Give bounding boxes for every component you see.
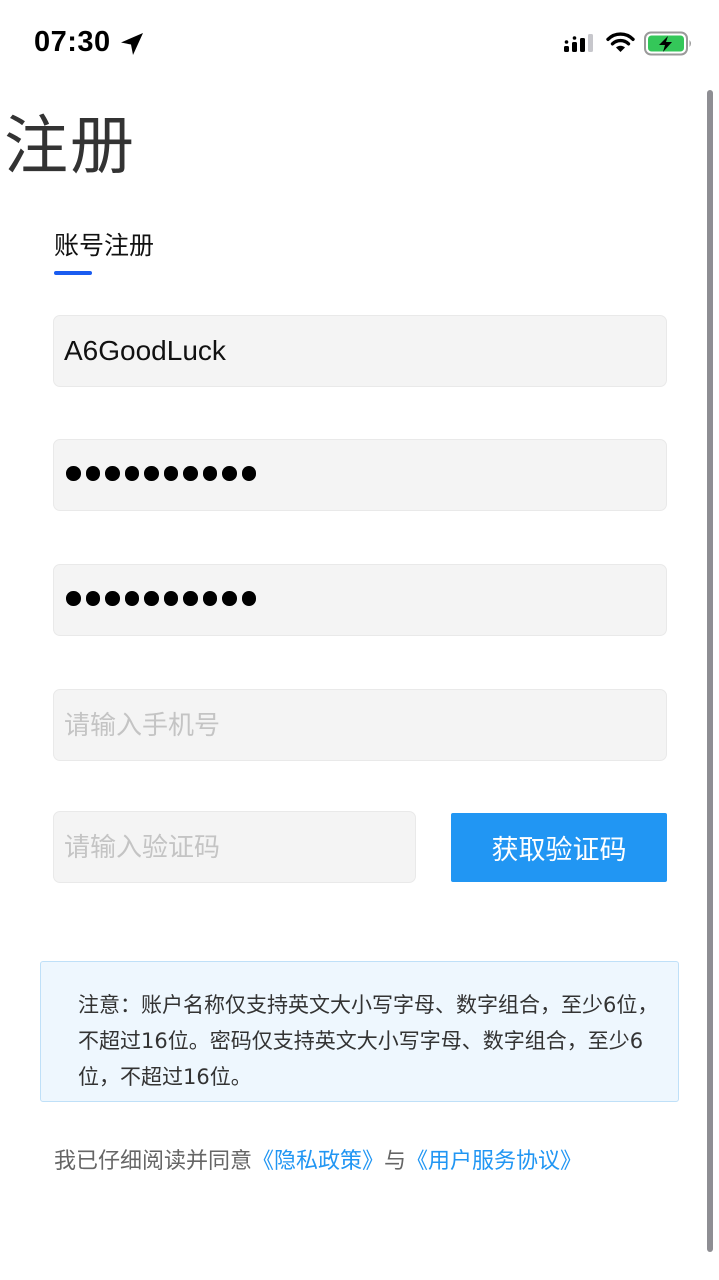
- tab-label: 账号注册: [54, 231, 155, 260]
- confirm-password-mask-dot: [241, 591, 256, 606]
- agreement-prefix: 我已仔细阅读并同意: [54, 1149, 253, 1174]
- agreement-line: 我已仔细阅读并同意《隐私政策》与《用户服务协议》: [54, 1143, 582, 1175]
- confirm-password-mask-dot: [183, 591, 198, 606]
- confirm-password-field[interactable]: [53, 564, 667, 636]
- confirm-password-mask-dot: [66, 591, 81, 606]
- register-screen: 07:30 注册 账号注册 A6GoodLuck 请输入手机号 请输入验证码 获…: [0, 0, 719, 1280]
- confirm-password-mask-dot: [202, 591, 217, 606]
- page-title: 注册: [4, 110, 136, 184]
- wifi-icon: [606, 32, 635, 52]
- password-mask-dot: [66, 466, 81, 481]
- confirm-password-mask: [66, 591, 256, 611]
- password-field[interactable]: [53, 439, 667, 511]
- status-bar: 07:30: [0, 0, 719, 90]
- phone-input[interactable]: [54, 690, 666, 760]
- tab-active-indicator: [54, 271, 92, 275]
- get-code-button[interactable]: 获取验证码: [451, 813, 667, 882]
- password-mask: [66, 466, 256, 486]
- confirm-password-mask-dot: [222, 591, 237, 606]
- notice-box: 注意：账户名称仅支持英文大小写字母、数字组合，至少6位，不超过16位。密码仅支持…: [40, 961, 679, 1102]
- tab-account-register[interactable]: 账号注册: [54, 226, 155, 275]
- confirm-password-mask-dot: [144, 591, 159, 606]
- password-mask-dot: [105, 466, 120, 481]
- password-mask-dot: [144, 466, 159, 481]
- username-input[interactable]: [54, 316, 666, 386]
- user-service-agreement-link[interactable]: 《用户服务协议》: [406, 1149, 582, 1174]
- cellular-signal-icon: [564, 34, 593, 52]
- scrollbar[interactable]: [707, 90, 713, 1252]
- verification-code-input[interactable]: [54, 812, 415, 882]
- confirm-password-mask-dot: [163, 591, 178, 606]
- phone-field[interactable]: [53, 689, 667, 761]
- password-mask-dot: [163, 466, 178, 481]
- password-mask-dot: [222, 466, 237, 481]
- privacy-policy-link[interactable]: 《隐私政策》: [252, 1149, 384, 1174]
- notice-text: 注意：账户名称仅支持英文大小写字母、数字组合，至少6位，不超过16位。密码仅支持…: [78, 993, 659, 1089]
- battery-charging-icon: [644, 31, 691, 56]
- password-mask-dot: [183, 466, 198, 481]
- password-mask-dot: [124, 466, 139, 481]
- confirm-password-mask-dot: [124, 591, 139, 606]
- username-field[interactable]: [53, 315, 667, 387]
- location-arrow-icon: [121, 33, 143, 55]
- password-mask-dot: [85, 466, 100, 481]
- password-mask-dot: [202, 466, 217, 481]
- confirm-password-mask-dot: [85, 591, 100, 606]
- password-mask-dot: [241, 466, 256, 481]
- confirm-password-mask-dot: [105, 591, 120, 606]
- agreement-connector: 与: [384, 1149, 407, 1174]
- status-time: 07:30: [34, 26, 111, 58]
- verification-code-field[interactable]: [53, 811, 416, 883]
